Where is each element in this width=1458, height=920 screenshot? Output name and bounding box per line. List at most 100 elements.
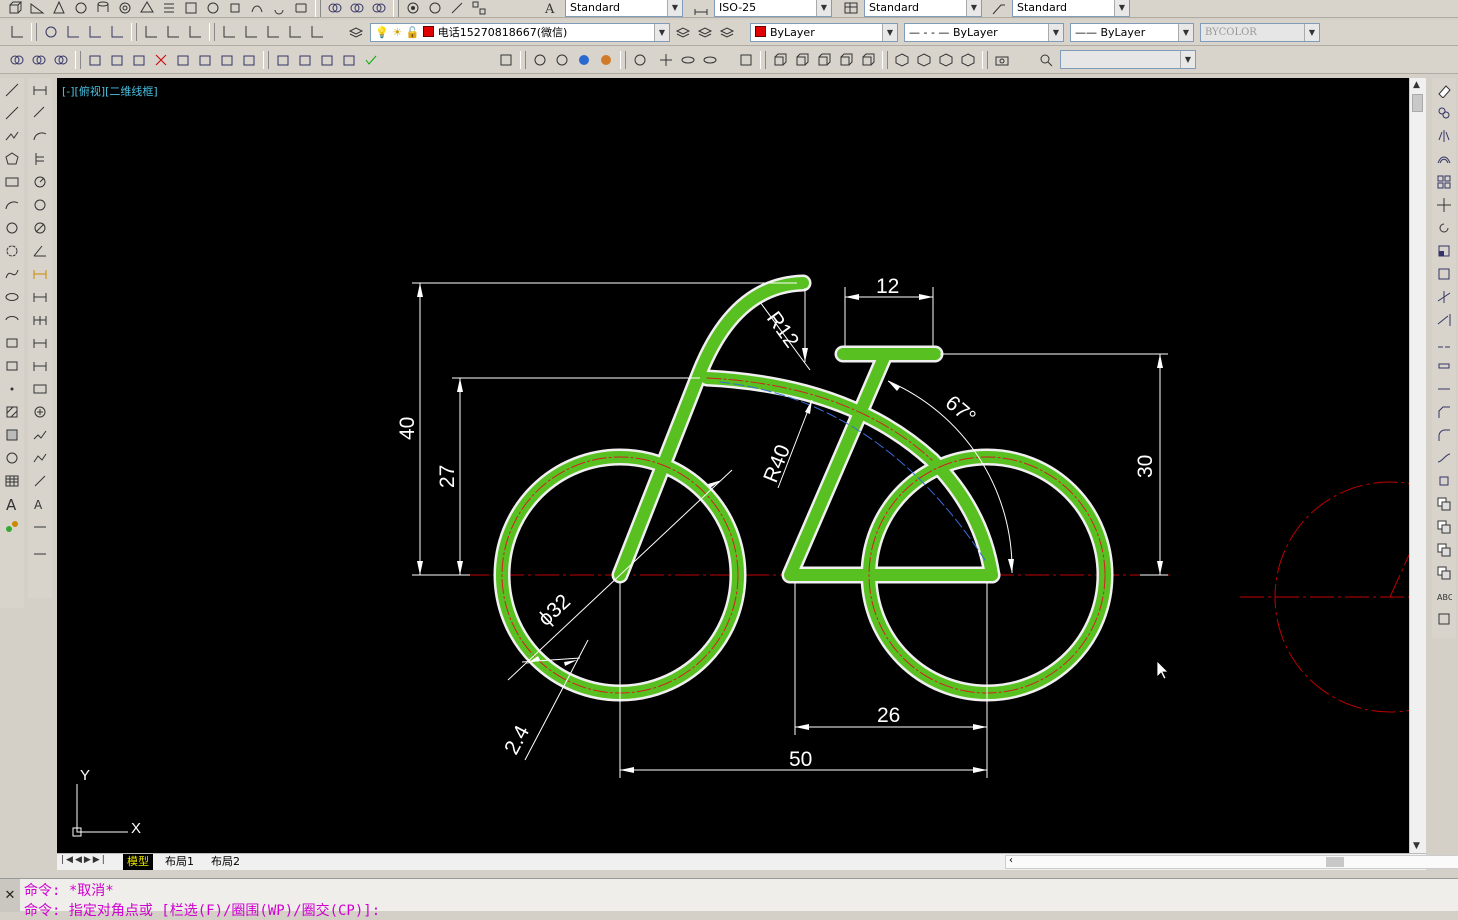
check-icon[interactable] xyxy=(361,50,381,70)
stretch-icon[interactable] xyxy=(1434,263,1454,284)
text-style-select[interactable]: Standard ▼ xyxy=(565,0,683,17)
tab-layout1[interactable]: 布局1 xyxy=(161,854,198,870)
dim-40[interactable]: 40 xyxy=(396,417,419,440)
aligned-dim-icon[interactable] xyxy=(30,102,50,123)
nw-iso-icon[interactable] xyxy=(958,50,978,70)
spline-icon[interactable] xyxy=(2,263,22,284)
lineweight-select[interactable]: —— ByLayer ▼ xyxy=(1070,23,1194,42)
table-icon[interactable] xyxy=(2,470,22,491)
dim-30[interactable]: 30 xyxy=(1134,455,1157,478)
zoom-icon[interactable] xyxy=(1036,50,1056,70)
sweep-icon[interactable] xyxy=(247,0,267,17)
quick-dim-icon[interactable] xyxy=(30,263,50,284)
baseline-dim-icon[interactable] xyxy=(30,286,50,307)
union-icon[interactable] xyxy=(7,50,27,70)
array-icon[interactable] xyxy=(1434,171,1454,192)
color-select[interactable]: ByLayer ▼ xyxy=(750,23,898,42)
dim-50[interactable]: 50 xyxy=(789,748,812,771)
dim-break-icon[interactable] xyxy=(30,355,50,376)
horizontal-scroll-thumb[interactable] xyxy=(1326,857,1344,867)
explode-icon[interactable] xyxy=(1434,470,1454,491)
tab-layout2[interactable]: 布局2 xyxy=(207,854,244,870)
right-view-icon[interactable] xyxy=(836,50,856,70)
command-line[interactable]: ✕ 命令: *取消* 命令: 指定对角点或 [栏选(F)/圈围(WP)/圈交(C… xyxy=(0,878,1458,919)
close-icon[interactable]: ✕ xyxy=(0,879,20,912)
multiline-text-icon[interactable]: A xyxy=(2,493,22,514)
free-orbit-icon[interactable] xyxy=(700,50,720,70)
named-views-icon[interactable] xyxy=(736,50,756,70)
front-view-icon[interactable] xyxy=(858,50,878,70)
separate-icon[interactable] xyxy=(317,50,337,70)
sun-icon[interactable]: ☀ xyxy=(392,26,402,39)
dim-r40[interactable]: R40 xyxy=(759,442,795,486)
ucs-x-icon[interactable] xyxy=(241,22,261,42)
arc-length-icon[interactable] xyxy=(30,125,50,146)
ordinate-dim-icon[interactable] xyxy=(30,148,50,169)
scroll-down-icon[interactable]: ▼ xyxy=(1413,841,1420,851)
sphere-icon[interactable] xyxy=(71,0,91,17)
ucs-face-icon[interactable] xyxy=(85,22,105,42)
extrude-icon[interactable] xyxy=(203,0,223,17)
loft-icon[interactable] xyxy=(291,0,311,17)
3d-array-icon[interactable] xyxy=(469,0,489,17)
ucs-origin-icon[interactable] xyxy=(163,22,183,42)
send-under-icon[interactable] xyxy=(1434,562,1454,583)
vertical-scroll-thumb[interactable] xyxy=(1412,94,1423,112)
scroll-left-icon[interactable]: ‹ xyxy=(1009,855,1013,866)
point-icon[interactable] xyxy=(2,378,22,399)
radius-dim-icon[interactable] xyxy=(30,171,50,192)
vertical-scrollbar[interactable]: ▲ ▼ xyxy=(1409,78,1426,853)
dim-67-degrees[interactable]: 67° xyxy=(941,391,980,429)
layer-state-icon[interactable] xyxy=(717,22,737,42)
mleader-style-select[interactable]: Standard ▼ xyxy=(1012,0,1130,17)
dim-style-icon[interactable] xyxy=(691,0,711,17)
scroll-up-icon[interactable]: ▲ xyxy=(1413,80,1420,90)
linear-dim-icon[interactable] xyxy=(30,79,50,100)
color-faces-icon[interactable] xyxy=(239,50,259,70)
break-at-point-icon[interactable] xyxy=(1434,332,1454,353)
shell-icon[interactable] xyxy=(339,50,359,70)
rectangle-icon[interactable] xyxy=(2,171,22,192)
revcloud-icon[interactable] xyxy=(2,240,22,261)
copy-icon[interactable] xyxy=(1434,102,1454,123)
hatch-back-icon[interactable] xyxy=(1434,608,1454,629)
intersect-icon[interactable] xyxy=(369,0,389,17)
imprint-icon[interactable] xyxy=(273,50,293,70)
ellipse-icon[interactable] xyxy=(2,286,22,307)
delete-faces-icon[interactable] xyxy=(151,50,171,70)
constrained-orbit-icon[interactable] xyxy=(678,50,698,70)
ucs-y-icon[interactable] xyxy=(263,22,283,42)
join-icon[interactable] xyxy=(1434,378,1454,399)
jogged-dim-icon[interactable] xyxy=(30,194,50,215)
dim-style-select[interactable]: ISO-25 ▼ xyxy=(714,0,832,17)
mirror-icon[interactable] xyxy=(1434,125,1454,146)
box-icon[interactable] xyxy=(5,0,25,17)
polyline-icon[interactable] xyxy=(2,125,22,146)
arc-icon[interactable] xyxy=(2,194,22,215)
rotate-faces-icon[interactable] xyxy=(173,50,193,70)
dim-text-edit-icon[interactable]: A xyxy=(30,493,50,514)
ucs-zaxis-icon[interactable] xyxy=(185,22,205,42)
ucs-icon[interactable] xyxy=(7,22,27,42)
offset-icon[interactable] xyxy=(1434,148,1454,169)
ucs-apply-icon[interactable] xyxy=(307,22,327,42)
tab-navigation-icon[interactable]: |◀◀▶▶| xyxy=(61,855,107,865)
make-object-layer-current-icon[interactable] xyxy=(673,22,693,42)
erase-icon[interactable] xyxy=(1434,79,1454,100)
text-front-icon[interactable]: ABC xyxy=(1434,585,1454,606)
layer-select[interactable]: 💡 ☀ 🔓 电话15270818667(微信) ▼ xyxy=(370,23,670,42)
viewport-controls-label[interactable]: [-][俯视][二维线框] xyxy=(62,83,158,99)
revolve-icon[interactable] xyxy=(269,0,289,17)
left-view-icon[interactable] xyxy=(814,50,834,70)
slice-icon[interactable] xyxy=(447,0,467,17)
mleader-style-icon[interactable] xyxy=(989,0,1009,17)
table-style-select[interactable]: Standard ▼ xyxy=(864,0,982,17)
add-selected-icon[interactable] xyxy=(2,516,22,537)
region-icon[interactable] xyxy=(2,447,22,468)
planar-surface-icon[interactable] xyxy=(181,0,201,17)
cone-icon[interactable] xyxy=(49,0,69,17)
linetype-select[interactable]: — - - — ByLayer ▼ xyxy=(904,23,1064,42)
2d-wireframe-icon[interactable] xyxy=(496,50,516,70)
rotate-icon[interactable] xyxy=(1434,217,1454,238)
draw-order-back-icon[interactable] xyxy=(1434,516,1454,537)
